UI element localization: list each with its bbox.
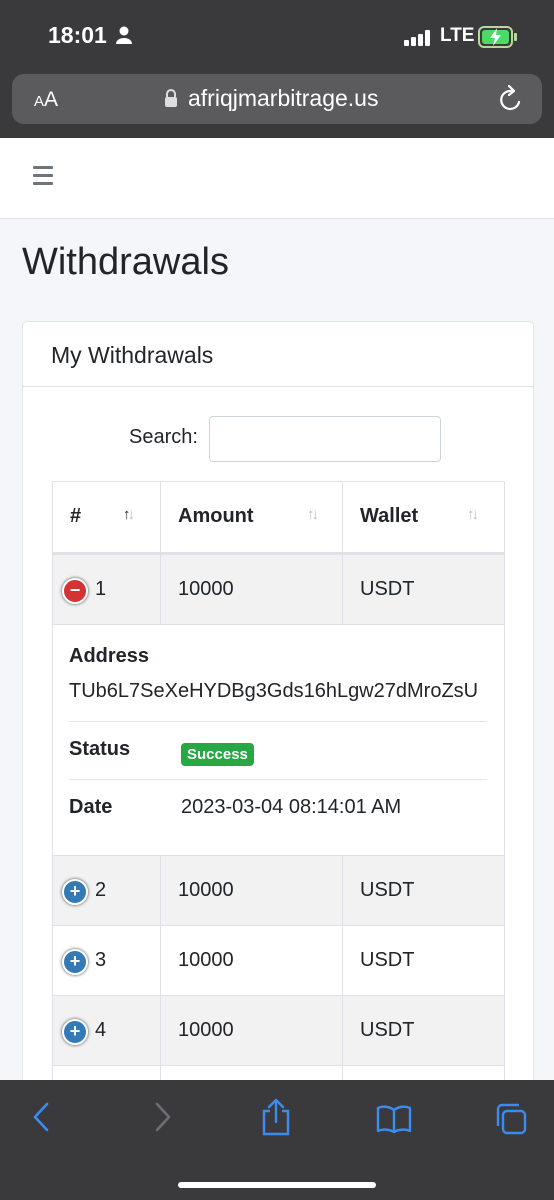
table-row[interactable]: + 3 10000 USDT — [53, 925, 504, 996]
amount-cell: 10000 — [178, 949, 234, 971]
search-label: Search: — [129, 426, 198, 448]
back-icon[interactable] — [30, 1100, 54, 1139]
network-label: LTE — [440, 25, 475, 46]
expand-row-icon[interactable]: + — [62, 879, 88, 905]
date-label: Date — [69, 796, 113, 818]
wallet-cell: USDT — [360, 1019, 415, 1041]
reload-icon[interactable] — [498, 84, 524, 118]
wallet-cell: USDT — [360, 879, 415, 901]
status-badge: Success — [181, 743, 254, 766]
home-indicator — [178, 1182, 376, 1188]
address-field[interactable]: AA afriqjmarbitrage.us — [12, 74, 542, 124]
sort-asc-icon: ↑↓ — [123, 506, 135, 523]
header-amount[interactable]: Amount ↑↓ — [161, 482, 343, 552]
wallet-cell: USDT — [360, 949, 415, 971]
lock-icon — [164, 88, 178, 113]
share-icon[interactable] — [260, 1098, 292, 1141]
table-row[interactable]: + 4 10000 USDT — [53, 995, 504, 1066]
hamburger-menu-icon[interactable] — [33, 166, 53, 190]
tabs-icon[interactable] — [494, 1102, 528, 1141]
date-value: 2023-03-04 08:14:01 AM — [181, 796, 402, 818]
divider — [69, 721, 487, 722]
forward-icon[interactable] — [150, 1100, 174, 1139]
sort-icon: ↑↓ — [467, 506, 479, 523]
amount-cell: 10000 — [178, 578, 234, 600]
battery-charging-icon — [478, 26, 518, 53]
status-label: Status — [69, 738, 131, 760]
header-number[interactable]: # ↑↓ — [53, 482, 161, 552]
person-icon — [116, 26, 132, 49]
browser-url-bar: AA afriqjmarbitrage.us — [0, 60, 554, 138]
table-header-row: # ↑↓ Amount ↑↓ Wallet ↑↓ — [53, 481, 504, 555]
search-input[interactable] — [209, 416, 441, 462]
expand-row-icon[interactable]: + — [62, 949, 88, 975]
bookmarks-icon[interactable] — [376, 1104, 412, 1139]
collapse-row-icon[interactable]: − — [62, 578, 88, 604]
text-size-button[interactable]: AA — [34, 88, 58, 112]
address-label: Address — [69, 645, 150, 667]
page-title: Withdrawals — [22, 241, 229, 283]
withdrawals-table: # ↑↓ Amount ↑↓ Wallet ↑↓ − 1 10000 USDT … — [52, 481, 505, 1181]
wallet-cell: USDT — [360, 578, 415, 600]
browser-toolbar — [0, 1080, 554, 1200]
header-wallet[interactable]: Wallet ↑↓ — [343, 482, 504, 552]
row-detail: Address TUb6L7SeXeHYDBg3Gds16hLgw27dMroZ… — [53, 624, 504, 856]
sort-icon: ↑↓ — [307, 506, 319, 523]
table-row[interactable]: + 2 10000 USDT — [53, 855, 504, 926]
withdrawals-card: My Withdrawals Search: # ↑↓ Amount ↑↓ Wa… — [22, 321, 534, 1181]
card-header: My Withdrawals — [23, 322, 533, 387]
amount-cell: 10000 — [178, 879, 234, 901]
signal-icon — [404, 30, 432, 51]
table-row[interactable]: − 1 10000 USDT — [53, 554, 504, 625]
status-time: 18:01 — [48, 22, 107, 48]
amount-cell: 10000 — [178, 1019, 234, 1041]
address-value: TUb6L7SeXeHYDBg3Gds16hLgw27dMroZsU — [69, 680, 479, 702]
card-title: My Withdrawals — [51, 342, 214, 368]
site-navbar — [0, 138, 554, 219]
divider — [69, 779, 487, 780]
url-text[interactable]: afriqjmarbitrage.us — [188, 85, 378, 112]
expand-row-icon[interactable]: + — [62, 1019, 88, 1045]
